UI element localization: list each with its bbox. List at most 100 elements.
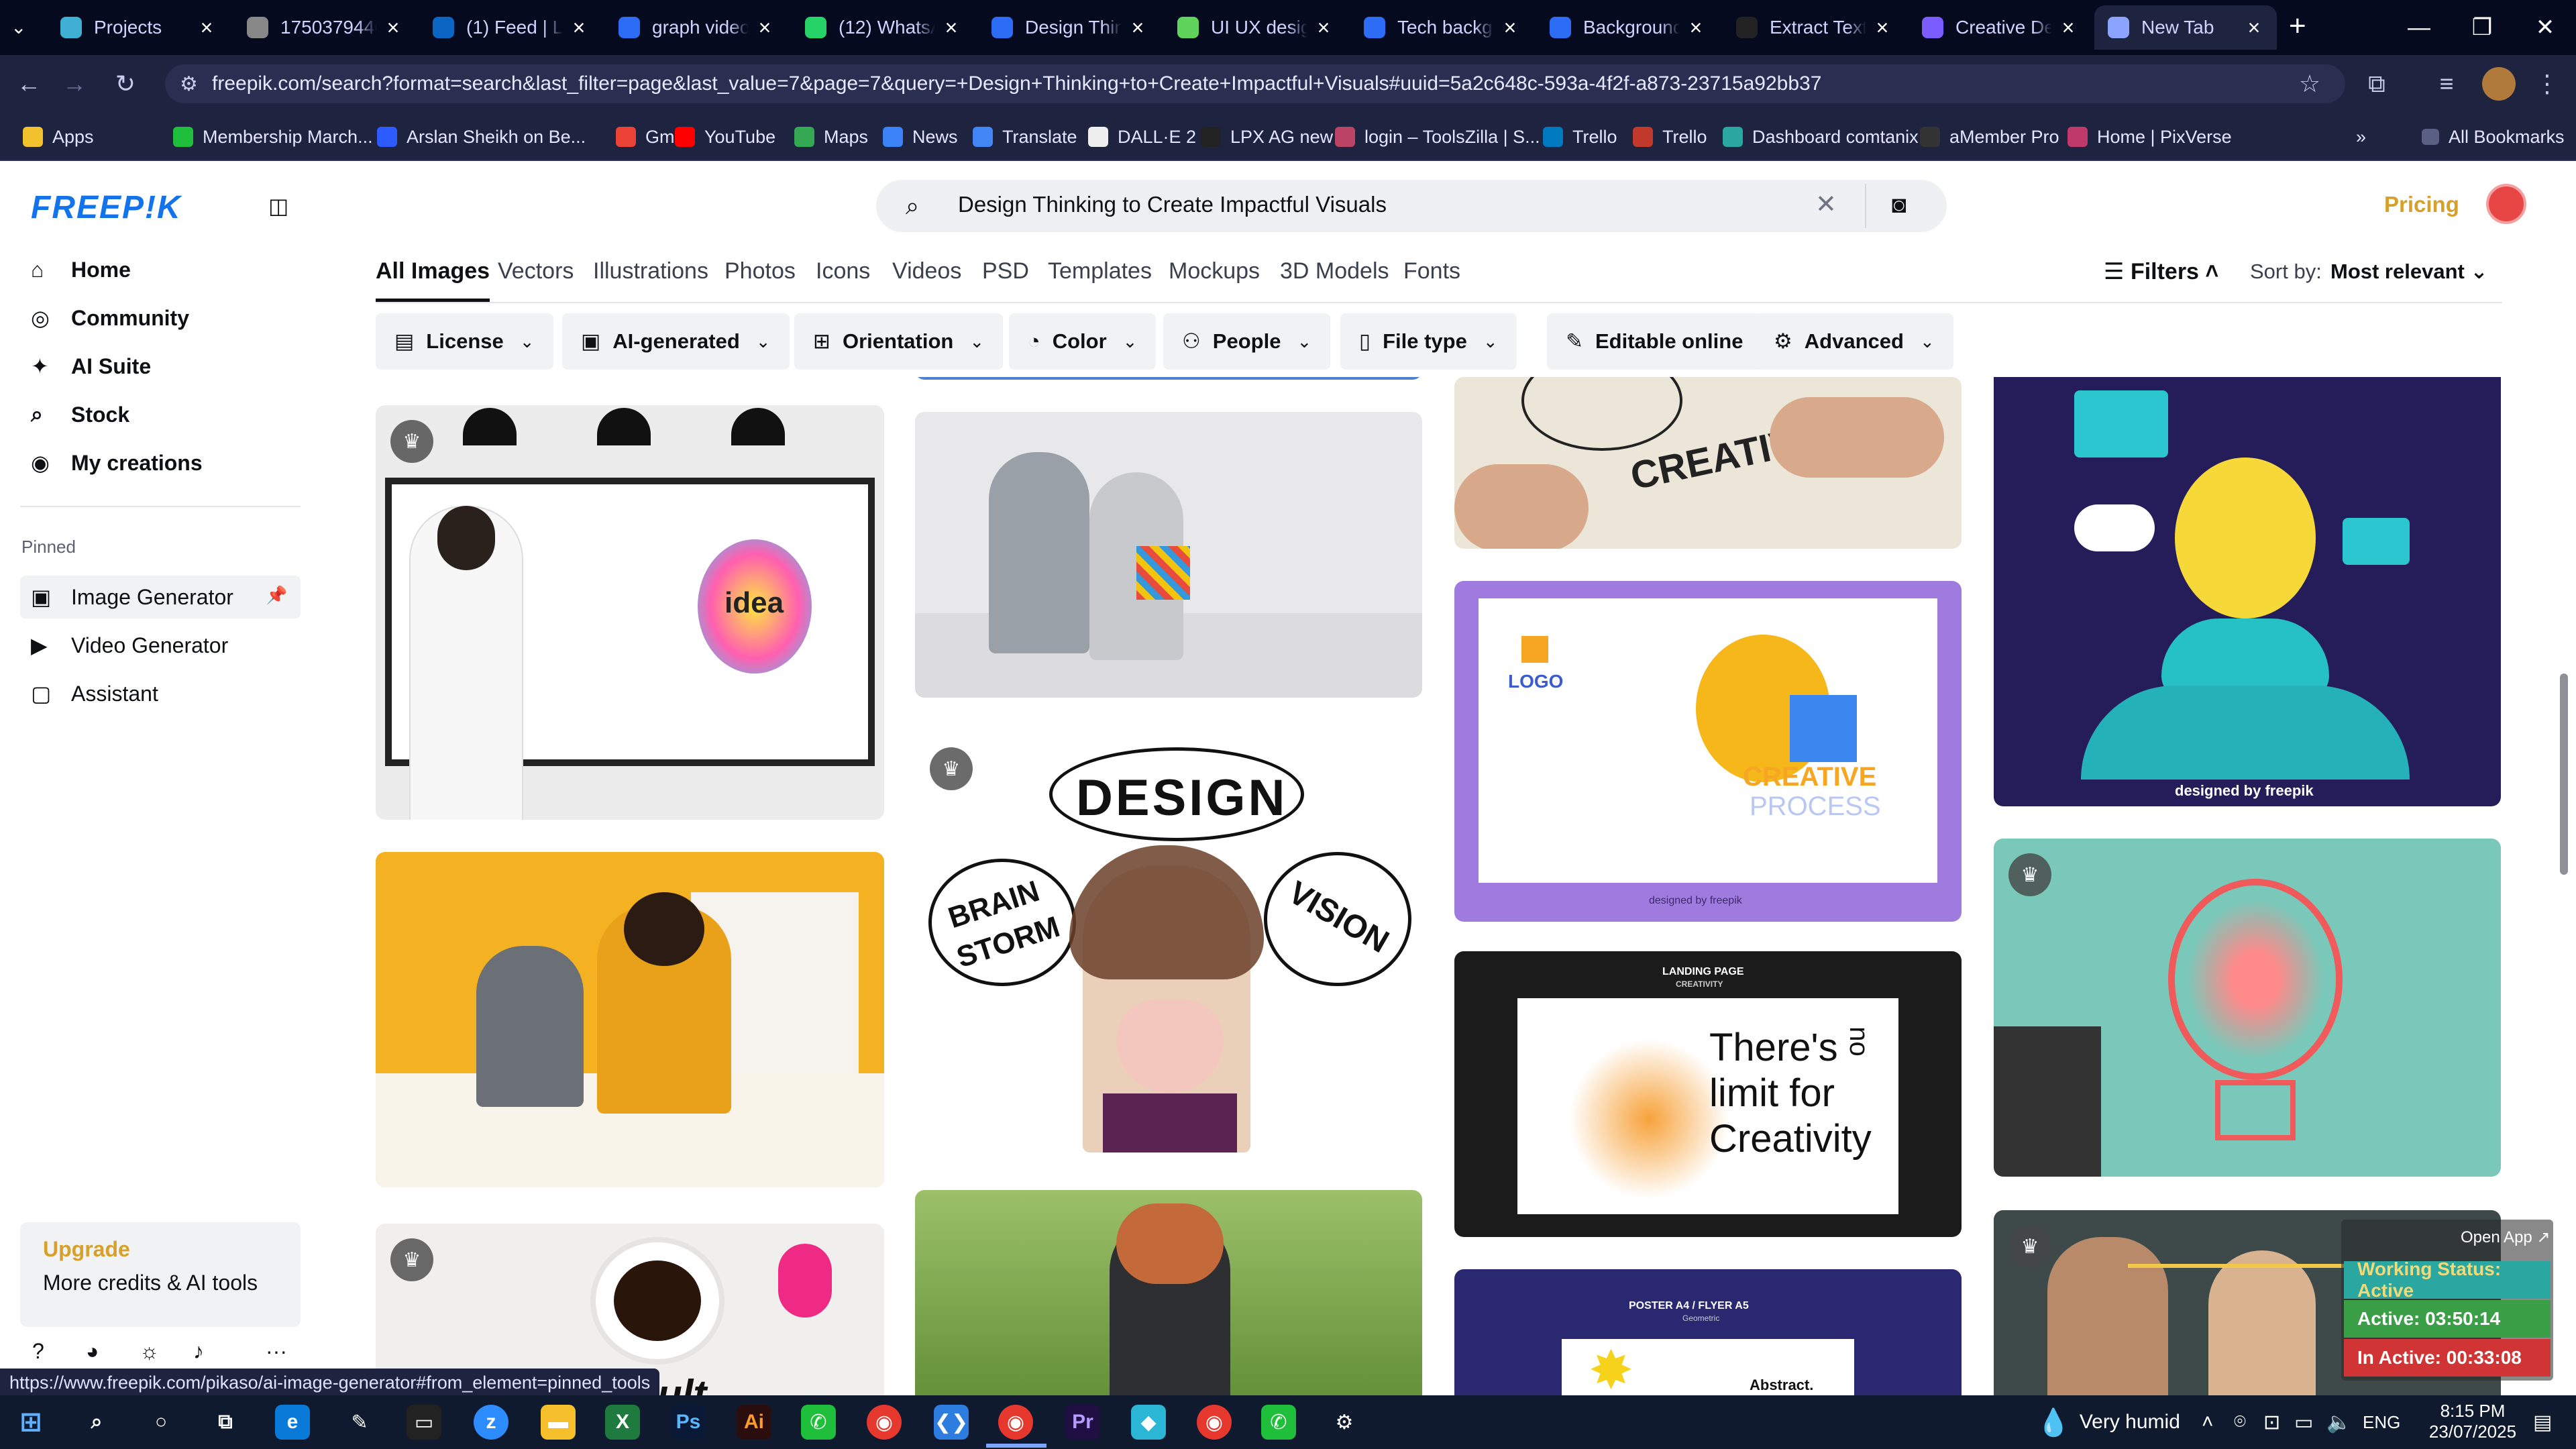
- sidebar-item-assistant[interactable]: ▢ Assistant: [31, 674, 158, 714]
- result-card[interactable]: LANDING PAGE CREATIVITY There's no limit…: [1454, 951, 1962, 1237]
- chrome-icon[interactable]: ◉: [867, 1405, 902, 1440]
- bookmarks-overflow-icon[interactable]: »: [2356, 113, 2366, 161]
- sidebar-item-my-creations[interactable]: ◉ My creations: [31, 443, 203, 483]
- close-tab-icon[interactable]: ×: [755, 15, 774, 40]
- close-tab-icon[interactable]: ×: [1686, 15, 1705, 40]
- weather-widget[interactable]: 💧 Very humid: [2037, 1395, 2180, 1449]
- excel-icon[interactable]: X: [605, 1405, 640, 1440]
- restore-icon[interactable]: ❐: [2451, 0, 2513, 55]
- bookmark-item[interactable]: Trello: [1543, 113, 1617, 161]
- network-icon[interactable]: ▭: [2294, 1395, 2313, 1449]
- bookmark-item[interactable]: News: [883, 113, 958, 161]
- search-bar[interactable]: ⌕ Design Thinking to Create Impactful Vi…: [876, 180, 1947, 232]
- chrome-icon[interactable]: ◉: [1197, 1405, 1232, 1440]
- close-tab-icon[interactable]: ×: [1873, 15, 1892, 40]
- pricing-link[interactable]: Pricing: [2384, 192, 2459, 217]
- result-card[interactable]: [376, 852, 884, 1187]
- result-card[interactable]: ♛: [1994, 839, 2501, 1177]
- bookmark-item[interactable]: Arslan Sheikh on Be...: [377, 113, 586, 161]
- profile-avatar[interactable]: [2482, 67, 2516, 101]
- media-icon[interactable]: ≡: [2428, 66, 2465, 102]
- result-card[interactable]: idea ♛: [376, 405, 884, 820]
- tab-3d-models[interactable]: 3D Models: [1280, 258, 1389, 284]
- phone-app-icon[interactable]: ✆: [1261, 1405, 1296, 1440]
- bookmark-item[interactable]: Membership March...: [173, 113, 373, 161]
- all-bookmarks[interactable]: All Bookmarks: [2422, 113, 2565, 161]
- tab-7[interactable]: UI UX desig ×: [1164, 5, 1346, 50]
- search-input[interactable]: Design Thinking to Create Impactful Visu…: [958, 192, 1387, 217]
- result-card[interactable]: LOGO CREATIVE PROCESS designed by freepi…: [1454, 581, 1962, 922]
- sidebar-item-image-generator[interactable]: ▣ Image Generator: [31, 577, 233, 617]
- tray-overflow-icon[interactable]: ˄: [2202, 1395, 2214, 1449]
- close-tab-icon[interactable]: ×: [2059, 15, 2078, 40]
- theme-icon[interactable]: ☼: [140, 1339, 159, 1364]
- filter-chip-orientation[interactable]: ⊞ Orientation ⌄: [794, 313, 1004, 370]
- bell-icon[interactable]: ♪: [193, 1339, 204, 1364]
- sidebar-item-home[interactable]: ⌂ Home: [31, 250, 131, 290]
- sidebar-item-ai-suite[interactable]: ✦ AI Suite: [31, 346, 151, 386]
- tab-9[interactable]: Background ×: [1536, 5, 1719, 50]
- volume-icon[interactable]: 🔈: [2326, 1395, 2351, 1449]
- app-icon[interactable]: ◆: [1131, 1405, 1166, 1440]
- filters-toggle[interactable]: ☰ Filters ˄: [2104, 258, 2218, 285]
- file-explorer-icon[interactable]: ▬: [541, 1405, 576, 1440]
- start-icon[interactable]: ⊞: [13, 1405, 48, 1440]
- tab-5[interactable]: (12) WhatsA ×: [792, 5, 974, 50]
- photoshop-icon[interactable]: Ps: [671, 1405, 706, 1440]
- notifications-icon[interactable]: ▤: [2533, 1395, 2552, 1449]
- result-card[interactable]: CREATIVITY: [1454, 377, 1962, 549]
- bookmark-item[interactable]: DALL·E 2: [1088, 113, 1196, 161]
- close-window-icon[interactable]: ✕: [2514, 0, 2576, 55]
- url-field[interactable]: ⚙ freepik.com/search?format=search&last_…: [165, 64, 2345, 103]
- tab-templates[interactable]: Templates: [1048, 258, 1152, 284]
- open-app-link[interactable]: Open App ↗: [2461, 1228, 2551, 1247]
- sidebar-item-stock[interactable]: ⌕ Stock: [31, 394, 129, 435]
- sidebar-item-community[interactable]: ◎ Community: [31, 298, 189, 338]
- upgrade-card[interactable]: Upgrade More credits & AI tools: [20, 1222, 301, 1327]
- close-tab-icon[interactable]: ×: [384, 15, 402, 40]
- result-card[interactable]: designed by freepik: [1994, 377, 2501, 806]
- zoom-icon[interactable]: z: [474, 1405, 508, 1440]
- search-icon[interactable]: ⌕: [79, 1405, 114, 1440]
- filter-chip-people[interactable]: ⚇ People ⌄: [1163, 313, 1331, 370]
- filter-chip-color[interactable]: ◔ Color ⌄: [1009, 313, 1157, 370]
- tab-vectors[interactable]: Vectors: [498, 258, 574, 284]
- freepik-logo[interactable]: FREEP!K: [31, 189, 182, 226]
- result-card[interactable]: [915, 377, 1422, 380]
- site-info-icon[interactable]: ⚙: [180, 72, 198, 96]
- task-view-icon[interactable]: ⧉: [208, 1405, 243, 1440]
- premiere-icon[interactable]: Pr: [1065, 1405, 1100, 1440]
- bookmark-item[interactable]: Apps: [23, 113, 94, 161]
- tab-4[interactable]: graph video ×: [605, 5, 788, 50]
- tray-app-icon[interactable]: ⌾: [2234, 1395, 2246, 1449]
- vscode-icon[interactable]: ❮❯: [934, 1405, 969, 1440]
- user-avatar[interactable]: [2486, 184, 2526, 224]
- tray-app-icon[interactable]: ⊡: [2263, 1395, 2280, 1449]
- tab-10[interactable]: Extract Text ×: [1723, 5, 1905, 50]
- filter-chip-file-type[interactable]: ▯ File type ⌄: [1340, 313, 1517, 370]
- tab-2[interactable]: 1750379446 ×: [233, 5, 416, 50]
- result-card[interactable]: [915, 412, 1422, 698]
- tab-mockups[interactable]: Mockups: [1169, 258, 1260, 284]
- tab-fonts[interactable]: Fonts: [1403, 258, 1460, 284]
- close-tab-icon[interactable]: ×: [197, 15, 216, 40]
- close-tab-icon[interactable]: ×: [2245, 15, 2263, 40]
- filter-chip-ai-generated[interactable]: ▣ AI-generated ⌄: [562, 313, 790, 370]
- extensions-icon[interactable]: ⧉: [2359, 66, 2395, 102]
- bookmark-item[interactable]: Trello: [1633, 113, 1707, 161]
- result-card[interactable]: DESIGN BRAIN STORM VISION ♛: [915, 731, 1422, 1152]
- bookmark-item[interactable]: login – ToolsZilla | S...: [1335, 113, 1540, 161]
- illustrator-icon[interactable]: Ai: [737, 1405, 771, 1440]
- bookmark-item[interactable]: Home | PixVerse: [2068, 113, 2232, 161]
- filter-chip-editable-online[interactable]: ✎ Editable online: [1547, 313, 1762, 370]
- tab-search-icon[interactable]: ⌄: [11, 16, 26, 38]
- clear-search-icon[interactable]: ✕: [1815, 189, 1837, 219]
- terminal-icon[interactable]: ▭: [407, 1405, 441, 1440]
- reload-icon[interactable]: ↻: [107, 66, 144, 102]
- sidebar-item-video-generator[interactable]: ▶ Video Generator: [31, 625, 228, 665]
- bookmark-item[interactable]: aMember Pro: [1920, 113, 2059, 161]
- language-indicator[interactable]: ENG: [2363, 1395, 2400, 1449]
- tab-11[interactable]: Creative Des ×: [1909, 5, 2091, 50]
- more-icon[interactable]: ···: [266, 1339, 287, 1364]
- bookmark-star-icon[interactable]: ☆: [2292, 66, 2328, 102]
